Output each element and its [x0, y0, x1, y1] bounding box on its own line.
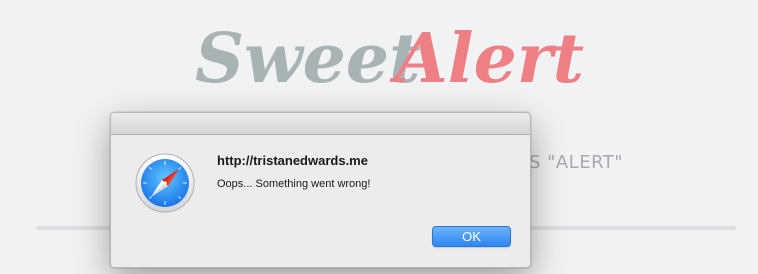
logo-word-sweet: Sweet: [195, 19, 421, 99]
ok-button[interactable]: OK: [432, 226, 511, 247]
sweetalert-logo: Sweet Alert: [195, 8, 585, 103]
dialog-message: Oops... Something went wrong!: [217, 178, 371, 190]
page: Sweet Alert T'S "ALERT" http://tristaned…: [0, 0, 758, 274]
alert-dialog: http://tristanedwards.me Oops... Somethi…: [110, 112, 531, 268]
logo-word-alert: Alert: [389, 19, 584, 99]
safari-compass-icon: [135, 153, 195, 213]
dialog-titlebar[interactable]: [111, 113, 530, 135]
dialog-title: http://tristanedwards.me: [217, 153, 368, 168]
